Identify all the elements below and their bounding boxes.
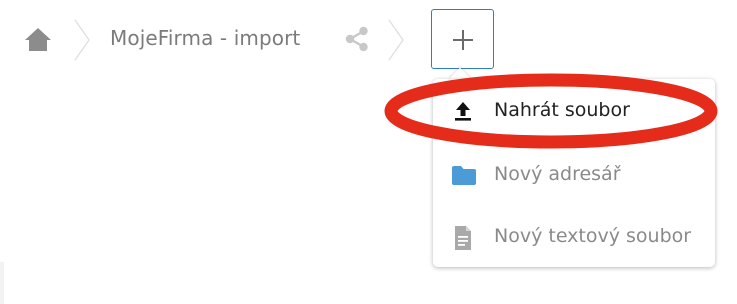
left-edge — [0, 262, 4, 304]
files-page: MojeFirma - import Nahrát soubor Nový ad… — [0, 0, 737, 304]
menu-item-new-text-file[interactable]: Nový textový soubor — [433, 213, 715, 261]
menu-item-label: Nahrát soubor — [494, 99, 630, 121]
share-icon[interactable] — [343, 25, 371, 53]
upload-icon — [451, 99, 475, 123]
new-file-menu: Nahrát soubor Nový adresář Nový textový … — [433, 79, 715, 267]
new-button[interactable] — [431, 9, 494, 69]
breadcrumb-folder-label[interactable]: MojeFirma - import — [110, 26, 300, 50]
chevron-right-icon — [72, 18, 92, 62]
folder-icon — [451, 163, 476, 187]
chevron-right-icon — [386, 18, 406, 62]
menu-item-upload-file[interactable]: Nahrát soubor — [433, 87, 715, 135]
menu-item-new-folder[interactable]: Nový adresář — [433, 151, 715, 199]
plus-icon — [453, 30, 473, 50]
breadcrumb: MojeFirma - import — [0, 0, 737, 80]
menu-item-label: Nový textový soubor — [494, 225, 692, 247]
text-file-icon — [451, 225, 475, 250]
menu-item-label: Nový adresář — [494, 163, 621, 185]
home-icon[interactable] — [24, 26, 52, 52]
